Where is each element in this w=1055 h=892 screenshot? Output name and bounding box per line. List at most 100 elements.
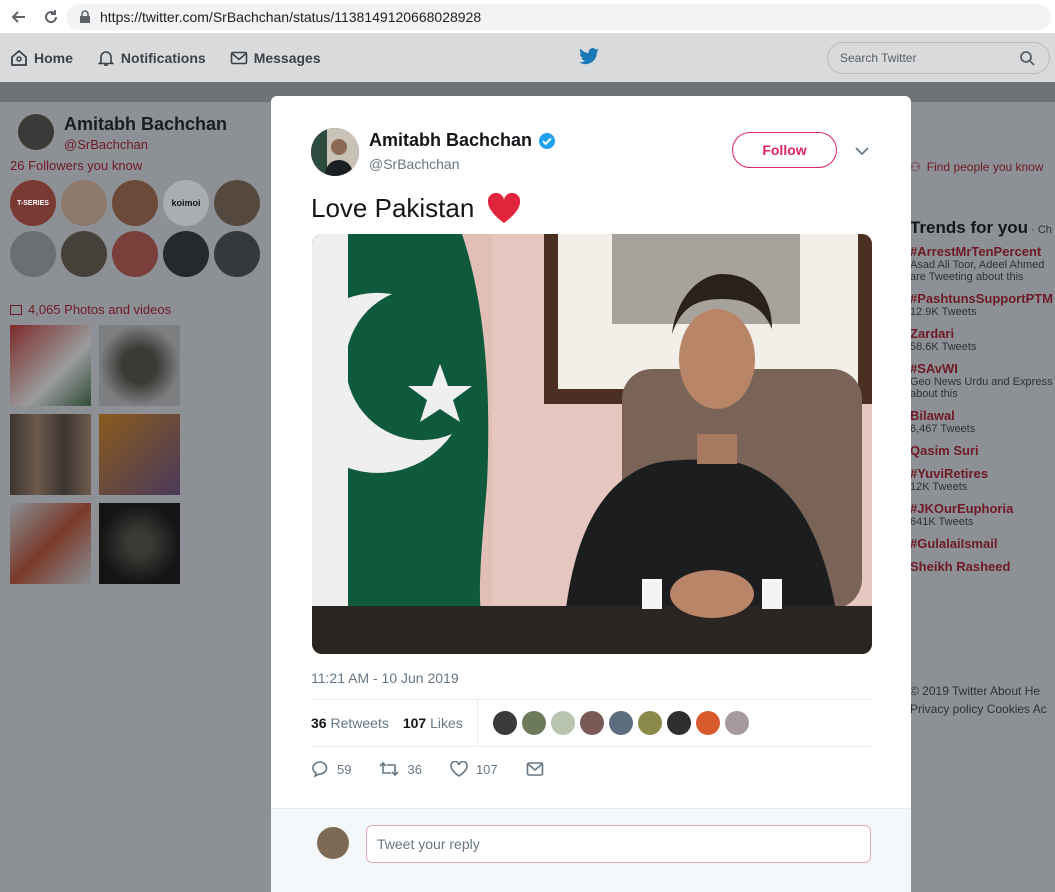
follower-avatar[interactable] xyxy=(112,180,158,226)
pm-at-desk-photo xyxy=(312,234,872,654)
retweets-stat[interactable]: 36 Retweets xyxy=(311,715,389,731)
follower-avatar[interactable] xyxy=(214,180,260,226)
follower-avatar[interactable]: T-SERIES xyxy=(10,180,56,226)
likes-stat[interactable]: 107 Likes xyxy=(403,715,463,731)
chevron-down-icon[interactable] xyxy=(855,146,869,156)
follower-avatar[interactable] xyxy=(214,231,260,277)
reply-button[interactable]: 59 xyxy=(311,760,351,778)
tseries-logo-text: T-SERIES xyxy=(17,199,49,207)
current-user-avatar[interactable] xyxy=(317,827,349,859)
liker-avatar[interactable] xyxy=(608,711,633,735)
liker-avatar[interactable] xyxy=(724,711,749,735)
retweets-stat-label: Retweets xyxy=(330,715,389,731)
liker-avatar[interactable] xyxy=(637,711,662,735)
trend-item[interactable]: Zardari 58.6K Tweets xyxy=(910,326,1055,353)
follower-avatar[interactable] xyxy=(10,231,56,277)
trend-item[interactable]: #PashtunsSupportPTM 12.9K Tweets xyxy=(910,291,1055,318)
follower-avatar[interactable] xyxy=(163,231,209,277)
tweet-actions: 59 36 107 xyxy=(311,760,580,778)
profile-name[interactable]: Amitabh Bachchan xyxy=(64,114,227,135)
photo-thumbnail[interactable] xyxy=(10,325,91,406)
koimoi-logo-text: koimoi xyxy=(171,198,201,208)
photo-thumbnail[interactable] xyxy=(99,503,180,584)
trends-title-text: Trends for you xyxy=(910,218,1029,237)
reply-icon xyxy=(312,761,328,778)
trend-item[interactable]: Bilawal 6,467 Tweets xyxy=(910,408,1055,435)
tweet-text-content: Love Pakistan xyxy=(311,192,475,223)
follower-avatar[interactable] xyxy=(61,231,107,277)
liker-avatar[interactable] xyxy=(550,711,575,735)
liker-avatar[interactable] xyxy=(579,711,604,735)
address-bar[interactable]: https://twitter.com/SrBachchan/status/11… xyxy=(66,4,1051,30)
nav-home[interactable]: Home xyxy=(10,49,73,67)
photo-thumbnail[interactable] xyxy=(10,503,91,584)
trend-item[interactable]: #GulalaiIsmail xyxy=(910,536,1055,551)
trends-change-link[interactable]: · Ch xyxy=(1028,224,1052,236)
nav-notifications[interactable]: Notifications xyxy=(97,49,206,67)
photo-thumbnail[interactable] xyxy=(99,325,180,406)
trend-name: Sheikh Rasheed xyxy=(910,559,1011,574)
trend-name: #SAvWI xyxy=(910,361,958,376)
envelope-icon xyxy=(230,51,247,65)
followers-avatar-grid: T-SERIES koimoi xyxy=(10,180,270,282)
photos-videos-link[interactable]: 4,065 Photos and videos xyxy=(10,302,171,317)
liker-avatar[interactable] xyxy=(695,711,720,735)
profile-handle[interactable]: @SrBachchan xyxy=(64,137,148,152)
direct-message-button[interactable] xyxy=(526,761,552,777)
trend-name: #JKOurEuphoria xyxy=(910,501,1014,516)
trend-subtitle: 641K Tweets xyxy=(910,516,974,528)
follow-button[interactable]: Follow xyxy=(732,132,837,168)
follower-avatar[interactable] xyxy=(112,231,158,277)
right-sidebar: ⚇ Find people you know Trends for you · C… xyxy=(910,82,1055,892)
search-input[interactable]: Search Twitter xyxy=(827,42,1050,74)
followers-you-know[interactable]: 26 Followers you know xyxy=(10,158,142,173)
reload-icon[interactable] xyxy=(38,4,64,30)
nav-messages[interactable]: Messages xyxy=(230,49,321,67)
retweet-button[interactable]: 36 xyxy=(379,761,422,777)
liker-avatar[interactable] xyxy=(492,711,517,735)
liker-avatar[interactable] xyxy=(666,711,691,735)
search-icon[interactable] xyxy=(1019,50,1035,66)
follower-avatar[interactable]: koimoi xyxy=(163,180,209,226)
trend-item[interactable]: #JKOurEuphoria 641K Tweets xyxy=(910,501,1055,528)
profile-avatar[interactable] xyxy=(18,114,54,150)
footer-line[interactable]: © 2019 Twitter About He xyxy=(910,682,1047,700)
trend-item[interactable]: #SAvWI Geo News Urdu and Express about thi… xyxy=(910,361,1055,400)
tweet-text: Love Pakistan xyxy=(311,192,522,224)
trend-subtitle: about this xyxy=(910,388,958,400)
twitter-bird-icon[interactable] xyxy=(578,48,600,66)
envelope-icon xyxy=(526,762,543,776)
author-handle[interactable]: @SrBachchan xyxy=(369,156,459,172)
url-host: https://twitter.com/ xyxy=(100,9,213,25)
tweet-permalink-modal: Amitabh Bachchan @SrBachchan Follow Love… xyxy=(271,96,911,892)
follower-avatar[interactable] xyxy=(61,180,107,226)
trend-name: Bilawal xyxy=(910,408,955,423)
twitter-top-nav: Home Notifications Messages Search Twitt… xyxy=(0,34,1055,82)
liker-avatar[interactable] xyxy=(521,711,546,735)
tweet-timestamp[interactable]: 11:21 AM - 10 Jun 2019 xyxy=(311,670,459,686)
back-arrow-icon[interactable] xyxy=(6,4,32,30)
author-name[interactable]: Amitabh Bachchan xyxy=(369,130,556,151)
trend-name: #GulalaiIsmail xyxy=(910,536,998,551)
photo-thumbnail[interactable] xyxy=(99,414,180,495)
reply-input[interactable]: Tweet your reply xyxy=(366,825,871,863)
trend-item[interactable]: #ArrestMrTenPercent Asad Ali Toor, Adeel … xyxy=(910,244,1055,283)
trends-module: Trends for you · Ch #ArrestMrTenPercent A… xyxy=(910,218,1055,582)
find-people-link[interactable]: ⚇ Find people you know xyxy=(910,160,1044,174)
retweet-icon xyxy=(379,761,400,777)
nav-messages-label: Messages xyxy=(253,50,321,66)
photo-thumbnail[interactable] xyxy=(10,414,91,495)
red-heart-emoji-icon xyxy=(488,192,521,223)
nav-home-label: Home xyxy=(34,50,73,66)
trend-item[interactable]: Sheikh Rasheed xyxy=(910,559,1055,574)
trend-item[interactable]: Qasim Suri xyxy=(910,443,1055,458)
like-button[interactable]: 107 xyxy=(450,761,498,777)
url-path: SrBachchan/status/1138149120668028928 xyxy=(212,9,482,25)
trend-subtitle: 6,467 Tweets xyxy=(910,423,976,435)
trend-item[interactable]: #YuviRetires 12K Tweets xyxy=(910,466,1055,493)
trend-name: Zardari xyxy=(910,326,955,341)
bell-icon xyxy=(97,51,115,66)
footer-line[interactable]: Privacy policy Cookies Ac xyxy=(910,700,1047,718)
author-avatar[interactable] xyxy=(311,128,359,176)
tweet-photo[interactable] xyxy=(312,234,872,654)
